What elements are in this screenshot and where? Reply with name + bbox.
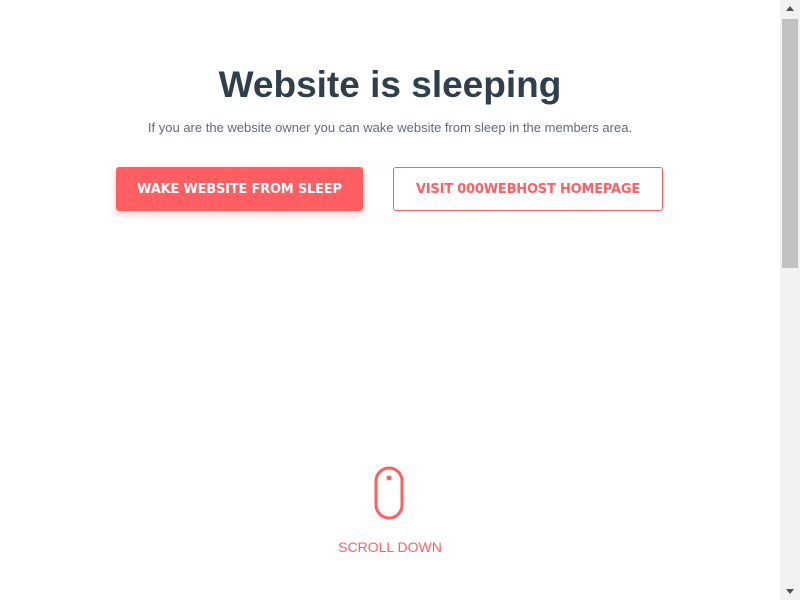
page-viewport: Website is sleeping If you are the websi… [0,0,783,600]
wake-website-button[interactable]: WAKE WEBSITE FROM SLEEP [116,167,363,211]
scroll-up-arrow-icon[interactable] [780,0,800,17]
vertical-scrollbar[interactable] [780,0,800,600]
scroll-down-link[interactable]: SCROLL DOWN [0,539,780,555]
scrollbar-thumb[interactable] [782,19,798,268]
mouse-icon [374,466,404,520]
page-subtitle: If you are the website owner you can wak… [147,120,633,135]
page-title: Website is sleeping [218,64,562,105]
visit-homepage-button[interactable]: VISIT 000WEBHOST HOMEPAGE [393,167,663,211]
scroll-down-arrow-icon[interactable] [780,583,800,600]
